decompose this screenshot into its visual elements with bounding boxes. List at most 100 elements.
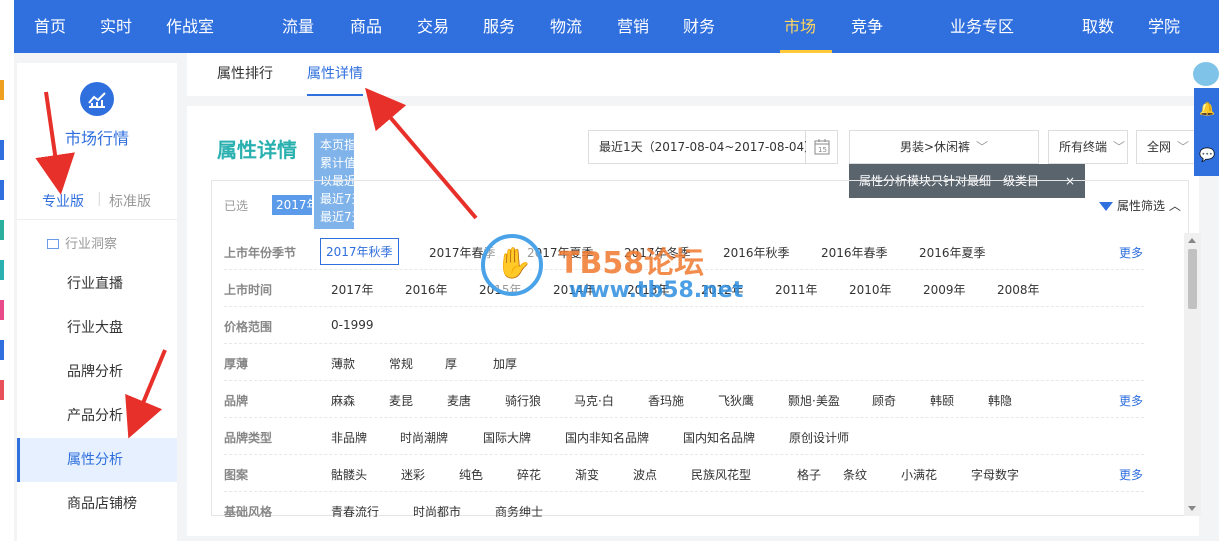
more-link[interactable]: 更多 <box>1119 244 1143 261</box>
filter-option[interactable]: 骷髅头 <box>331 466 367 483</box>
filter-option[interactable]: 加厚 <box>493 355 517 372</box>
selected-chip[interactable]: 2017年秋季 <box>272 195 312 215</box>
filter-row-label: 价格范围 <box>224 320 273 334</box>
filter-option[interactable]: 2008年 <box>997 281 1040 298</box>
filter-option[interactable]: 麦昆 <box>389 392 413 409</box>
assistant-robot-icon[interactable] <box>1193 62 1219 86</box>
filter-option[interactable]: 渐变 <box>575 466 599 483</box>
filter-option[interactable]: 小满花 <box>901 466 937 483</box>
filter-option[interactable]: 2011年 <box>775 281 818 298</box>
edge-marker <box>0 380 4 400</box>
filter-row: 厚薄 薄款 常规 厚 加厚 <box>224 344 1144 381</box>
vertical-scrollbar[interactable] <box>1184 233 1201 516</box>
filter-option[interactable]: 2015年 <box>479 281 522 298</box>
category-select[interactable]: 男装>休闲裤 ﹀ <box>849 130 1039 164</box>
calendar-icon[interactable]: 15 <box>806 130 838 164</box>
nav-item-finance[interactable]: 财务 <box>683 0 715 53</box>
filter-option[interactable]: 0-1999 <box>331 318 374 332</box>
filter-option[interactable]: 2016年春季 <box>821 244 888 261</box>
filter-option[interactable]: 麦唐 <box>447 392 471 409</box>
filter-option[interactable]: 青春流行 <box>331 503 379 517</box>
filter-option[interactable]: 飞狄鹰 <box>718 392 754 409</box>
filter-option[interactable]: 2017年 <box>331 281 374 298</box>
filter-option[interactable]: 2016年夏季 <box>919 244 986 261</box>
filter-option[interactable]: 国内非知名品牌 <box>565 429 649 446</box>
nav-item-marketing[interactable]: 营销 <box>617 0 649 53</box>
filter-option[interactable]: 2016年秋季 <box>723 244 790 261</box>
version-pro-tab[interactable]: 专业版 <box>42 191 84 211</box>
filter-option[interactable]: 韩隐 <box>988 392 1012 409</box>
filter-option[interactable]: 香玛施 <box>648 392 684 409</box>
filter-option[interactable]: 2010年 <box>849 281 892 298</box>
sidebar-item-product-analysis[interactable]: 产品分析 <box>17 394 177 438</box>
nav-item-business-zone[interactable]: 业务专区 <box>950 0 1014 53</box>
filter-option[interactable]: 骑行狼 <box>505 392 541 409</box>
nav-item-academy[interactable]: 学院 <box>1148 0 1180 53</box>
chevron-up-icon: ︿ <box>1165 199 1181 213</box>
sidebar-group-header[interactable]: 行业洞察 <box>47 233 117 252</box>
scroll-up-arrow-icon[interactable] <box>1188 238 1196 243</box>
filter-option[interactable]: 碎花 <box>517 466 541 483</box>
filter-option[interactable]: 国内知名品牌 <box>683 429 755 446</box>
sidebar-item-industry-overview[interactable]: 行业大盘 <box>17 306 177 350</box>
filter-option[interactable]: 薄款 <box>331 355 355 372</box>
filter-option[interactable]: 时尚潮牌 <box>400 429 448 446</box>
more-link[interactable]: 更多 <box>1119 466 1143 483</box>
filter-option[interactable]: 韩颐 <box>930 392 954 409</box>
scrollbar-thumb[interactable] <box>1188 249 1197 309</box>
version-standard-tab[interactable]: 标准版 <box>109 191 151 211</box>
filter-option[interactable]: 2009年 <box>923 281 966 298</box>
filter-option[interactable]: 原创设计师 <box>789 429 849 446</box>
filter-option[interactable]: 字母数字 <box>971 466 1019 483</box>
filter-option[interactable]: 常规 <box>389 355 413 372</box>
bell-icon[interactable]: 🔔 <box>1199 102 1215 117</box>
filter-option[interactable]: 2013年 <box>627 281 670 298</box>
nav-item-service[interactable]: 服务 <box>483 0 515 53</box>
filter-option[interactable]: 2017年秋季 <box>320 238 399 265</box>
sidebar-item-industry-live[interactable]: 行业直播 <box>17 262 177 306</box>
filter-option[interactable]: 顾奇 <box>872 392 896 409</box>
filter-option[interactable]: 条纹 <box>843 466 867 483</box>
filter-option[interactable]: 时尚都市 <box>413 503 461 517</box>
filter-option[interactable]: 颢旭·美盈 <box>788 392 840 409</box>
chat-icon[interactable]: 💬 <box>1199 148 1215 163</box>
filter-option[interactable]: 2012年 <box>701 281 744 298</box>
tab-attribute-ranking[interactable]: 属性排行 <box>217 53 273 96</box>
filter-option[interactable]: 马克·白 <box>574 392 614 409</box>
date-range-picker[interactable]: 最近1天（2017-08-04~2017-08-04） <box>588 130 816 164</box>
filter-option[interactable]: 非品牌 <box>331 429 367 446</box>
nav-item-logistics[interactable]: 物流 <box>550 0 582 53</box>
nav-item-traffic[interactable]: 流量 <box>282 0 314 53</box>
filter-option[interactable]: 格子 <box>797 466 821 483</box>
nav-item-warroom[interactable]: 作战室 <box>166 0 214 53</box>
nav-item-realtime[interactable]: 实时 <box>100 0 132 53</box>
sidebar-item-shop-ranking[interactable]: 商品店铺榜 <box>17 482 177 526</box>
attribute-filter-toggle[interactable]: 属性筛选 ︿ <box>1099 197 1181 214</box>
filter-option[interactable]: 2017年冬季 <box>624 244 691 261</box>
filter-option[interactable]: 民族风花型 <box>691 466 751 483</box>
filter-option[interactable]: 2017年夏季 <box>527 244 594 261</box>
nav-item-market[interactable]: 市场 <box>784 0 816 53</box>
nav-item-data-fetch[interactable]: 取数 <box>1082 0 1114 53</box>
tab-attribute-detail[interactable]: 属性详情 <box>307 53 363 96</box>
filter-option[interactable]: 商务绅士 <box>495 503 543 517</box>
filter-option[interactable]: 2016年 <box>405 281 448 298</box>
filter-option[interactable]: 纯色 <box>459 466 483 483</box>
nav-item-home[interactable]: 首页 <box>34 0 66 53</box>
nav-item-products[interactable]: 商品 <box>350 0 382 53</box>
filter-option[interactable]: 国际大牌 <box>483 429 531 446</box>
filter-option[interactable]: 麻森 <box>331 392 355 409</box>
sidebar-item-brand-analysis[interactable]: 品牌分析 <box>17 350 177 394</box>
network-select[interactable]: 全网 ﹀ <box>1136 130 1198 164</box>
sidebar-item-attribute-analysis[interactable]: 属性分析 <box>17 438 177 482</box>
nav-item-trade[interactable]: 交易 <box>417 0 449 53</box>
filter-option[interactable]: 2014年 <box>553 281 596 298</box>
filter-option[interactable]: 迷彩 <box>401 466 425 483</box>
terminal-select[interactable]: 所有终端 ﹀ <box>1048 130 1128 164</box>
filter-option[interactable]: 波点 <box>633 466 657 483</box>
more-link[interactable]: 更多 <box>1119 392 1143 409</box>
scroll-down-arrow-icon[interactable] <box>1188 506 1196 511</box>
nav-item-competition[interactable]: 竞争 <box>851 0 883 53</box>
filter-option[interactable]: 厚 <box>445 355 457 372</box>
filter-option[interactable]: 2017年春季 <box>429 244 496 261</box>
